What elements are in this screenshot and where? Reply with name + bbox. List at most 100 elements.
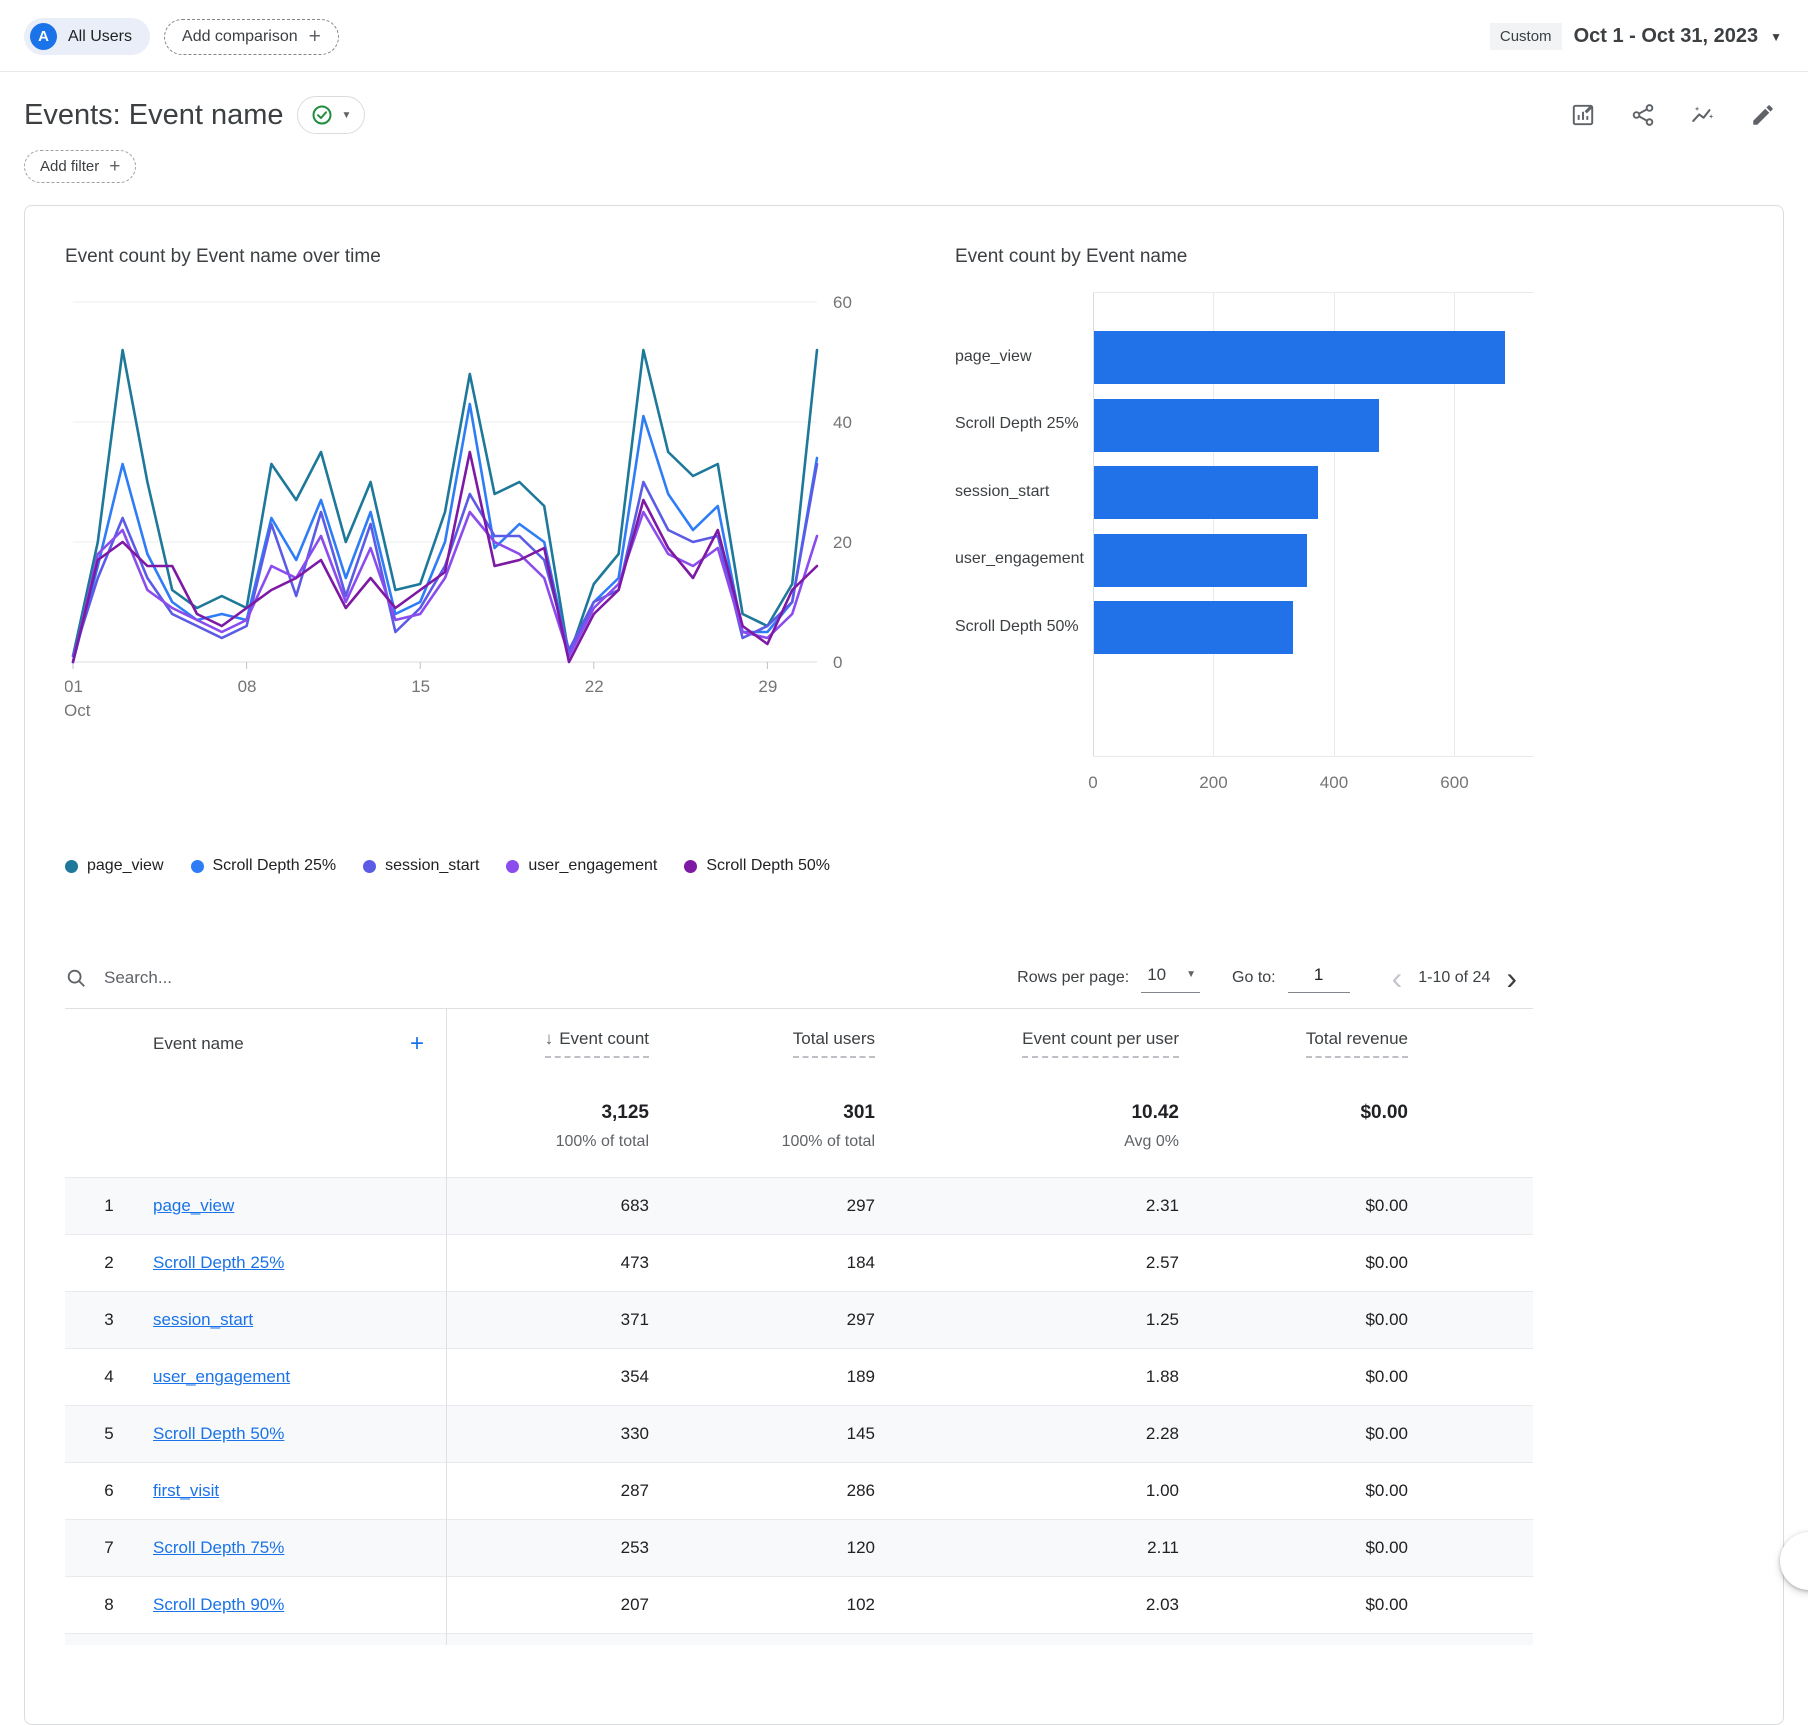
add-filter-button[interactable]: Add filter + (24, 150, 137, 183)
total-revenue-cell: $0.00 (1365, 1424, 1408, 1443)
event-name-cell: session_start (153, 1310, 446, 1330)
total-revenue-cell: $0.00 (1365, 1367, 1408, 1386)
event-count-cell: 371 (620, 1310, 649, 1329)
rows-per-page-label: Rows per page: (1017, 968, 1130, 986)
total-users-cell: 120 (846, 1538, 875, 1557)
customize-report-icon[interactable] (1570, 102, 1596, 128)
event-name-link[interactable]: user_engagement (153, 1367, 290, 1386)
pagination-range: 1-10 of 24 (1418, 968, 1491, 986)
legend-label: session_start (385, 857, 480, 874)
event-count-cell: 253 (620, 1538, 649, 1557)
row-number: 3 (104, 1310, 114, 1329)
bar (1094, 331, 1506, 384)
bar (1094, 398, 1379, 452)
avatar: A (30, 23, 57, 50)
insights-icon[interactable] (1690, 102, 1716, 128)
event-name-cell: page_view (153, 1196, 446, 1216)
legend-item: session_start (363, 857, 479, 875)
all-users-chip[interactable]: A All Users (24, 18, 151, 55)
chevron-left-icon[interactable]: ‹ (1376, 962, 1419, 994)
search-input[interactable] (102, 966, 522, 989)
total-users-sub: 100% of total (781, 1133, 875, 1150)
total-revenue: $0.00 (1360, 1102, 1408, 1123)
event-name-cell: first_visit (153, 1481, 446, 1501)
x-axis-tick-label: 400 (1319, 773, 1349, 792)
search-icon (67, 969, 85, 987)
svg-text:29: 29 (758, 677, 777, 696)
column-header-event-count-per-user[interactable]: Event count per user (1022, 1029, 1179, 1058)
column-header-total-revenue[interactable]: Total revenue (1305, 1029, 1408, 1058)
add-column-plus-icon[interactable]: + (410, 1031, 424, 1055)
search-box[interactable] (65, 966, 1017, 989)
table-controls: Rows per page: 10 ▼ Go to: ‹ 1-10 of 24 … (1017, 962, 1533, 994)
column-divider (446, 1009, 447, 1645)
event-name-cell: Scroll Depth 50% (153, 1424, 446, 1444)
event-name-link[interactable]: Scroll Depth 90% (153, 1595, 284, 1614)
total-per-user-sub: Avg 0% (1124, 1133, 1179, 1150)
svg-text:Oct: Oct (65, 701, 91, 720)
share-icon[interactable] (1630, 102, 1656, 128)
event-count-cell: 354 (620, 1367, 649, 1386)
edit-icon[interactable] (1750, 102, 1776, 128)
total-users-cell: 189 (846, 1367, 875, 1386)
svg-text:08: 08 (238, 677, 257, 696)
goto-page-input[interactable] (1287, 962, 1350, 993)
event-count-per-user-cell: 1.25 (1145, 1310, 1179, 1329)
report-card: Event count by Event name over time 60 40… (24, 205, 1784, 1725)
rows-per-page-select[interactable]: 10 ▼ (1141, 963, 1201, 993)
legend-label: Scroll Depth 25% (212, 857, 337, 874)
x-axis-tick-label: 600 (1440, 773, 1469, 792)
event-count-cell: 287 (620, 1481, 649, 1500)
event-name-cell: Scroll Depth 90% (153, 1595, 446, 1615)
total-users-cell: 297 (846, 1310, 875, 1329)
column-header-event-count[interactable]: ↓ Event count (544, 1029, 649, 1058)
legend-item: Scroll Depth 25% (190, 857, 337, 875)
table-row: 1 page_view 683 297 2.31 $0.00 (65, 1177, 1533, 1234)
chart-legend: page_view Scroll Depth 25% session_start us… (65, 857, 941, 875)
bar-chart-category-labels: page_view Scroll Depth 25% session_start us… (955, 292, 1093, 757)
svg-text:01: 01 (65, 677, 83, 696)
event-name-cell: Scroll Depth 25% (153, 1253, 446, 1273)
date-range-picker[interactable]: Custom Oct 1 - Oct 31, 2023 ▼ (1489, 23, 1782, 50)
chevron-down-icon: ▼ (341, 109, 352, 121)
legend-label: page_view (87, 857, 164, 874)
event-name-link[interactable]: Scroll Depth 25% (153, 1253, 284, 1272)
bar-chart-plot (1093, 292, 1533, 757)
plus-icon: + (109, 155, 121, 177)
svg-text:60: 60 (833, 293, 852, 312)
total-revenue-cell: $0.00 (1365, 1196, 1408, 1215)
add-comparison-button[interactable]: Add comparison + (164, 18, 339, 55)
report-data-quality-pill[interactable]: ▼ (296, 96, 366, 134)
event-name-link[interactable]: page_view (153, 1196, 234, 1215)
total-revenue-cell: $0.00 (1365, 1310, 1408, 1329)
event-name-link[interactable]: session_start (153, 1310, 253, 1329)
chevron-down-icon: ▼ (1186, 969, 1197, 980)
total-revenue-cell: $0.00 (1365, 1595, 1408, 1614)
bar (1094, 466, 1318, 520)
event-name-link[interactable]: Scroll Depth 75% (153, 1538, 284, 1557)
bar (1094, 533, 1308, 587)
table-row: 5 Scroll Depth 50% 330 145 2.28 $0.00 (65, 1405, 1533, 1462)
total-event-count-sub: 100% of total (555, 1133, 649, 1150)
bar-category-label: page_view (955, 347, 1032, 365)
event-count-per-user-cell: 2.28 (1145, 1424, 1179, 1443)
total-users-cell: 297 (846, 1196, 875, 1215)
column-header-event-name[interactable]: Event name (153, 1034, 244, 1054)
insights-fab[interactable] (1780, 1532, 1808, 1590)
legend-label: user_engagement (528, 857, 658, 874)
svg-text:22: 22 (585, 677, 604, 696)
legend-dot-icon (684, 859, 698, 873)
event-count-per-user-cell: 2.31 (1145, 1196, 1179, 1215)
x-axis-tick-label: 0 (1088, 773, 1098, 792)
event-name-link[interactable]: Scroll Depth 50% (153, 1424, 284, 1443)
add-filter-label: Add filter (40, 158, 100, 175)
event-name-cell: Scroll Depth 75% (153, 1538, 446, 1558)
table-row: 4 user_engagement 354 189 1.88 $0.00 (65, 1348, 1533, 1405)
legend-item: user_engagement (506, 857, 657, 875)
goto-label: Go to: (1232, 968, 1276, 986)
bar (1094, 601, 1293, 655)
chevron-right-icon[interactable]: › (1490, 962, 1533, 994)
plus-icon: + (308, 24, 321, 48)
event-name-link[interactable]: first_visit (153, 1481, 219, 1500)
column-header-total-users[interactable]: Total users (792, 1029, 875, 1058)
